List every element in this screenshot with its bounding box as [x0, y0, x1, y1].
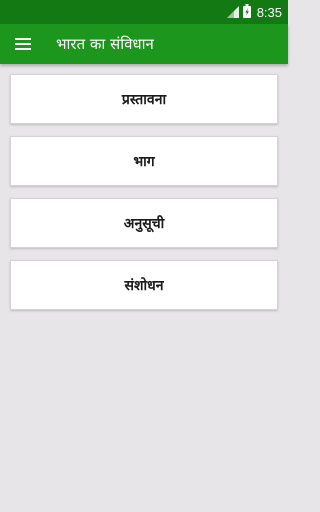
app-bar: भारत का संविधान	[0, 24, 288, 64]
app-title: भारत का संविधान	[56, 35, 154, 53]
menu-item-label: अनुसूची	[123, 215, 165, 232]
status-bar: 8:35	[0, 0, 288, 24]
menu-item-schedules[interactable]: अनुसूची	[10, 198, 278, 248]
menu-item-parts[interactable]: भाग	[10, 136, 278, 186]
menu-item-preamble[interactable]: प्रस्तावना	[10, 74, 278, 124]
menu-item-amendments[interactable]: संशोधन	[10, 260, 278, 310]
menu-item-label: संशोधन	[124, 277, 164, 294]
menu-button[interactable]	[0, 24, 46, 64]
battery-icon	[242, 3, 251, 22]
status-time: 8:35	[256, 4, 282, 20]
signal-icon	[226, 3, 239, 22]
menu-list: प्रस्तावना भाग अनुसूची संशोधन	[10, 74, 278, 322]
menu-item-label: भाग	[133, 153, 155, 170]
hamburger-menu-icon	[15, 35, 31, 54]
menu-item-label: प्रस्तावना	[121, 91, 167, 108]
